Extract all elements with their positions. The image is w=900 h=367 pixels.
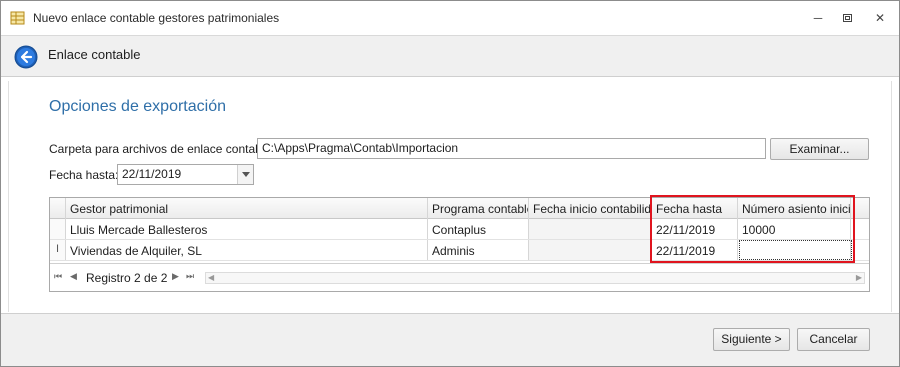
chevron-down-icon[interactable] [237,165,253,184]
cell-gestor[interactable]: Viviendas de Alquiler, SL [66,240,428,260]
next-button[interactable]: Siguiente > [713,328,790,351]
horizontal-scrollbar[interactable]: ◀ ▶ [205,272,865,284]
date-to-combo[interactable]: 22/11/2019 [117,164,254,185]
wizard-header: Enlace contable [1,35,899,77]
window-title: Nuevo enlace contable gestores patrimoni… [33,11,280,25]
title-bar: Nuevo enlace contable gestores patrimoni… [1,1,899,35]
close-button[interactable]: ✕ [871,9,889,27]
column-header-fecha-inicio[interactable]: Fecha inicio contabilidad [529,198,652,219]
row-indicator [50,219,66,239]
cell-fecha-inicio[interactable] [529,219,652,239]
browse-button[interactable]: Examinar... [770,138,869,160]
cell-fecha-inicio[interactable] [529,240,652,260]
folder-path-input[interactable]: C:\Apps\Pragma\Contab\Importacion [257,138,766,159]
column-header-programa[interactable]: Programa contable [428,198,529,219]
cancel-button[interactable]: Cancelar [797,328,870,351]
scroll-right-icon[interactable]: ▶ [856,273,862,282]
focused-cell-outline [739,240,852,260]
record-counter: Registro 2 de 2 [86,271,168,285]
restore-icon [843,14,852,22]
date-to-value: 22/11/2019 [122,167,182,181]
scroll-left-icon[interactable]: ◀ [208,273,214,282]
minimize-button[interactable]: ─ [809,9,827,27]
date-to-label: Fecha hasta: [49,168,119,182]
folder-label: Carpeta para archivos de enlace contable… [49,142,275,156]
back-arrow-icon[interactable] [14,45,38,69]
header-indicator [50,198,66,219]
next-record-icon[interactable]: ▶ [172,271,179,282]
cell-programa[interactable]: Adminis [428,240,529,260]
grid-navigator: ⏮ ◀ Registro 2 de 2 ▶ ⏭ ◀ ▶ [50,263,869,291]
column-header-gestor[interactable]: Gestor patrimonial [66,198,428,219]
section-title: Opciones de exportación [49,98,226,115]
header-title: Enlace contable [48,47,141,62]
restore-button[interactable] [839,9,857,27]
wizard-footer: Siguiente > Cancelar [1,313,899,366]
cell-programa[interactable]: Contaplus [428,219,529,239]
app-table-icon [10,11,25,25]
last-record-icon[interactable]: ⏭ [186,271,194,282]
first-record-icon[interactable]: ⏮ [54,271,62,282]
row-indicator: I [50,240,66,260]
dialog-window: Nuevo enlace contable gestores patrimoni… [0,0,900,367]
cell-gestor[interactable]: Lluis Mercade Ballesteros [66,219,428,239]
prev-record-icon[interactable]: ◀ [70,271,77,282]
